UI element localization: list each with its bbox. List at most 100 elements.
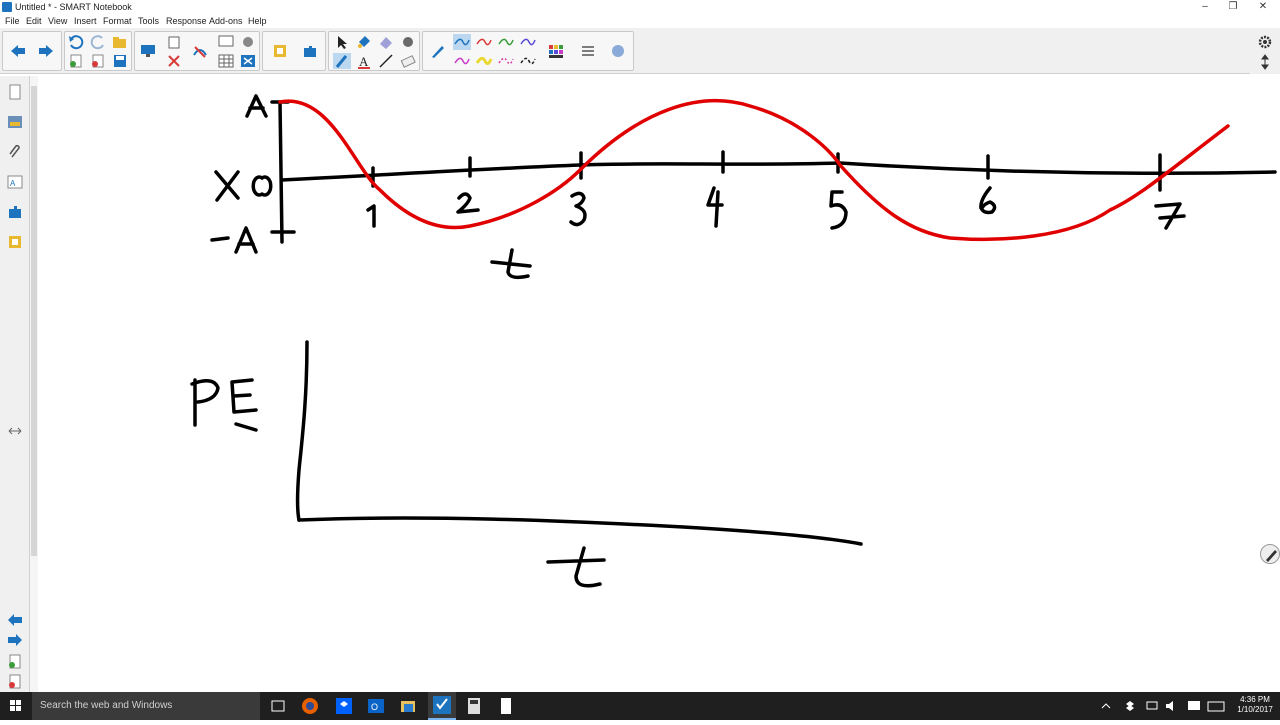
pen-style-blue-icon[interactable] (453, 34, 471, 50)
table-icon[interactable] (217, 53, 235, 69)
redo-icon[interactable] (89, 34, 107, 50)
menu-help[interactable]: Help (248, 15, 267, 27)
minimize-button[interactable]: – (1190, 0, 1220, 14)
lesson-activity-icon[interactable] (271, 43, 289, 59)
page-sorter-icon[interactable] (7, 84, 23, 100)
add-page-side-icon[interactable] (7, 654, 23, 670)
eraser-tool-icon[interactable] (399, 53, 417, 69)
taskbar-search[interactable]: Search the web and Windows (32, 692, 260, 720)
next-page-side-icon[interactable] (7, 632, 23, 648)
menu-insert[interactable]: Insert (74, 15, 97, 27)
color-palette-icon[interactable] (547, 43, 565, 59)
move-toolbar-icon[interactable] (1256, 54, 1274, 70)
task-view-icon[interactable] (268, 696, 288, 716)
add-page-icon[interactable] (67, 53, 85, 69)
addons-icon[interactable] (7, 204, 23, 220)
document-camera-icon[interactable] (239, 34, 257, 50)
text-tool-icon[interactable]: A (355, 53, 373, 69)
pen-icon[interactable] (429, 43, 447, 59)
dropbox-tray-icon[interactable] (1120, 696, 1140, 716)
pen-style-pink-dashed-icon[interactable] (497, 53, 515, 69)
action-center-icon[interactable] (1184, 696, 1204, 716)
save-icon[interactable] (111, 53, 129, 69)
line-thickness-icon[interactable] (579, 43, 597, 59)
tools-group: A (328, 31, 420, 71)
pen-tool-icon[interactable] (333, 53, 351, 69)
pen-style-green-icon[interactable] (497, 34, 515, 50)
previous-page-side-icon[interactable] (7, 612, 23, 628)
full-screen-icon[interactable] (239, 53, 257, 69)
menu-response[interactable]: Response (166, 15, 207, 27)
keyboard-icon[interactable] (1206, 696, 1226, 716)
attachments-icon[interactable] (7, 144, 23, 160)
delete-page-side-icon[interactable] (7, 674, 23, 690)
label-t-graph2 (546, 546, 606, 588)
fill-icon[interactable] (355, 34, 373, 50)
menu-file[interactable]: File (5, 15, 20, 27)
restore-button[interactable]: ❐ (1218, 0, 1248, 14)
digit-2 (456, 192, 480, 214)
whiteboard-canvas[interactable]: A X 0 -A 1 2 3 4 5 6 7 t PE t (38, 76, 1280, 692)
addon-puzzle-icon[interactable] (301, 43, 319, 59)
settings-gear-icon[interactable] (1256, 34, 1274, 50)
pen-style-magenta-icon[interactable] (453, 53, 471, 69)
graph2-y-axis (295, 340, 309, 522)
file-explorer-icon[interactable] (398, 696, 418, 716)
pen-styles-group (422, 31, 634, 71)
pen-style-red-icon[interactable] (475, 34, 493, 50)
smart-notebook-task-icon[interactable] (428, 692, 456, 720)
displacement-sine-curve (278, 99, 1230, 242)
gallery-icon[interactable] (7, 114, 23, 130)
close-button[interactable]: ✕ (1248, 0, 1278, 14)
previous-page-icon[interactable] (9, 43, 27, 59)
menu-addons[interactable]: Add-ons (209, 15, 243, 27)
document-icon[interactable] (496, 696, 516, 716)
menu-view[interactable]: View (48, 15, 67, 27)
delete-icon[interactable] (165, 53, 183, 69)
menu-edit[interactable]: Edit (26, 15, 42, 27)
edit-group (64, 31, 132, 71)
side-scrollbar[interactable] (30, 76, 38, 692)
dropbox-icon[interactable] (334, 696, 354, 716)
side-tab-bar: A (0, 76, 30, 692)
shapes-icon[interactable] (399, 34, 417, 50)
calculator-icon[interactable] (464, 696, 484, 716)
delete-page-icon[interactable] (89, 53, 107, 69)
svg-text:O: O (371, 702, 378, 712)
windows-start-icon[interactable] (0, 692, 32, 720)
properties-icon[interactable]: A (7, 174, 23, 190)
display-icon[interactable] (139, 43, 157, 59)
pen-style-black-dashed-icon[interactable] (519, 53, 537, 69)
menu-tools[interactable]: Tools (138, 15, 159, 27)
clock-time[interactable]: 4:36 PM (1234, 695, 1276, 704)
resize-handle-icon[interactable] (7, 424, 23, 436)
side-scrollbar-thumb[interactable] (31, 86, 37, 556)
taskbar: Search the web and Windows O 4:36 PM 1/1… (0, 692, 1280, 720)
volume-icon[interactable] (1162, 696, 1182, 716)
menu-format[interactable]: Format (103, 15, 132, 27)
paste-icon[interactable] (165, 34, 183, 50)
clock-date[interactable]: 1/10/2017 (1234, 705, 1276, 714)
pen-style-yellow-icon[interactable] (475, 53, 493, 69)
label-P (190, 378, 220, 427)
eraser-icon[interactable] (377, 34, 395, 50)
select-arrow-icon[interactable] (333, 34, 351, 50)
label-E-underline (234, 422, 258, 432)
show-hidden-icons[interactable] (1096, 696, 1116, 716)
floating-pen-icon[interactable] (1260, 544, 1280, 564)
screen-shade-icon[interactable] (191, 43, 209, 59)
transparency-icon[interactable] (609, 43, 627, 59)
lesson-activity-builder-icon[interactable] (7, 234, 23, 250)
network-icon[interactable] (1142, 696, 1162, 716)
toolbar: A (0, 28, 1280, 74)
screen-capture-icon[interactable] (217, 34, 235, 50)
digit-7 (1154, 202, 1186, 230)
undo-icon[interactable] (67, 34, 85, 50)
firefox-icon[interactable] (300, 696, 320, 716)
line-tool-icon[interactable] (377, 53, 395, 69)
outlook-icon[interactable]: O (366, 696, 386, 716)
pen-style-purple-icon[interactable] (519, 34, 537, 50)
open-file-icon[interactable] (111, 34, 129, 50)
label-A-top (245, 94, 268, 118)
next-page-icon[interactable] (37, 43, 55, 59)
